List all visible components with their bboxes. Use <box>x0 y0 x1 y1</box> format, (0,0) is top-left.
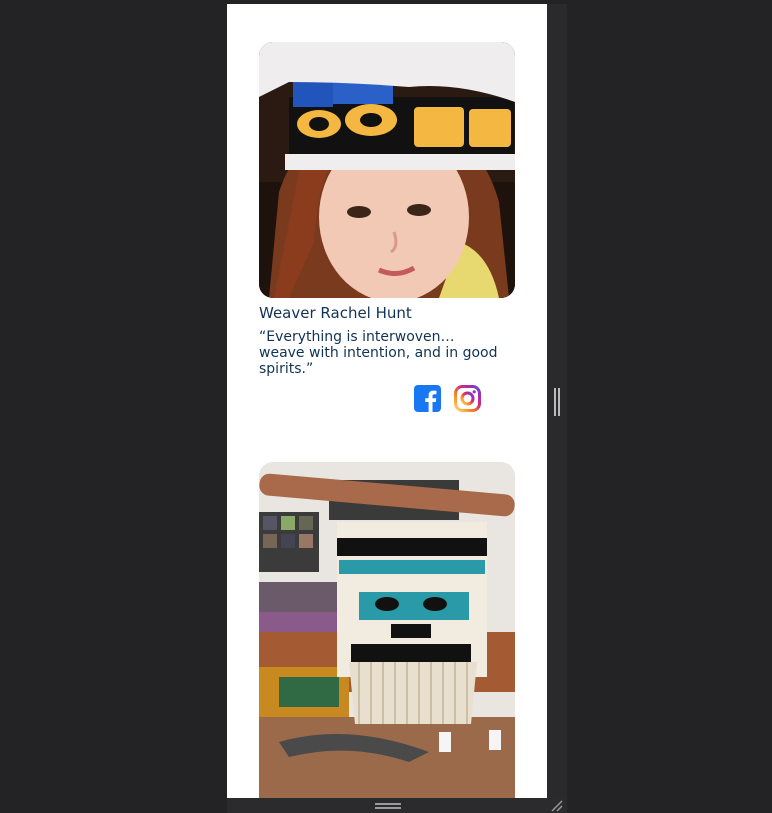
instagram-icon[interactable] <box>454 385 481 412</box>
pane-splitter-handle[interactable] <box>554 388 560 416</box>
drag-handle-icon[interactable] <box>375 803 401 809</box>
bottom-toolbar <box>227 798 567 813</box>
content-panel: Weaver Rachel Hunt “Everything is interw… <box>227 4 547 798</box>
facebook-icon[interactable] <box>414 385 441 412</box>
resize-grip-icon[interactable] <box>551 800 563 812</box>
weaver-quote: “Everything is interwoven… weave with in… <box>259 329 498 377</box>
weaver-name: Weaver Rachel Hunt <box>259 304 412 322</box>
weaving-artwork-image <box>259 462 515 798</box>
weaver-portrait-image <box>259 42 515 298</box>
